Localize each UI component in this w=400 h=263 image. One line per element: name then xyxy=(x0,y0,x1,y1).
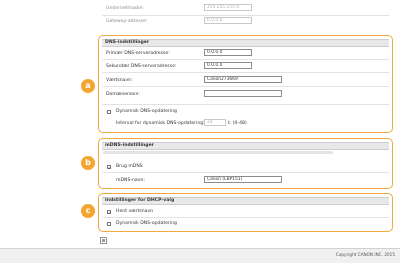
dns-section-title: DNS-indstillinger xyxy=(102,39,389,47)
use-mdns-label: Brug mDNS xyxy=(116,164,143,169)
primary-dns-input[interactable]: 0.0.0.0 xyxy=(204,49,252,56)
divider xyxy=(102,15,389,16)
host-name-label: Værtsnavn: xyxy=(106,78,133,83)
domain-name-label: Domænenavn: xyxy=(106,92,140,97)
dynamic-dns-label: Dynamisk DNS-opdatering xyxy=(116,109,177,114)
dns-interval-label: Interval for dynamisk DNS-opdatering: xyxy=(116,121,205,126)
mdns-name-label: mDNS-navn: xyxy=(116,178,145,183)
gateway-field: 0.0.0.0 xyxy=(204,17,252,24)
callout-badge-a: a xyxy=(81,79,95,93)
subnet-field: 255.255.255.0 xyxy=(204,4,252,11)
copyright-text: Copyright CANON INC. 2015 xyxy=(335,252,395,257)
dhcp-dynamic-dns-label: Dynamisk DNS-opdatering xyxy=(116,221,177,226)
scroll-top-icon[interactable] xyxy=(100,237,107,244)
callout-badge-b: b xyxy=(81,156,95,170)
divider xyxy=(102,172,389,173)
mdns-name-input[interactable]: Canon (LBP151) xyxy=(204,176,282,183)
divider xyxy=(102,59,389,60)
dhcp-section-title: Indstillinger for DHCP-valg xyxy=(102,197,389,205)
footer-divider xyxy=(0,248,400,249)
domain-name-input[interactable] xyxy=(204,90,282,97)
dns-interval-input[interactable]: 24 xyxy=(204,119,226,126)
dynamic-dns-checkbox[interactable] xyxy=(107,110,111,114)
divider xyxy=(102,217,389,218)
secondary-dns-label: Sekundær DNS-serveradresse: xyxy=(106,64,177,69)
divider xyxy=(102,86,389,87)
divider xyxy=(102,72,389,73)
get-host-name-label: Hent værtsnavn xyxy=(116,209,154,214)
subnet-label: Undernetmaske: xyxy=(106,6,144,11)
host-name-input[interactable]: Canon273669 xyxy=(204,76,282,83)
mdns-section-title: mDNS-indstillinger xyxy=(102,142,389,150)
secondary-dns-input[interactable]: 0.0.0.0 xyxy=(204,62,252,69)
dhcp-dynamic-dns-checkbox[interactable] xyxy=(107,222,111,226)
use-mdns-checkbox[interactable]: ✓ xyxy=(107,165,111,170)
primary-dns-label: Primær DNS-serveradresse: xyxy=(106,51,170,56)
get-host-name-checkbox[interactable]: ✓ xyxy=(107,210,111,215)
callout-badge-c: c xyxy=(81,204,95,218)
gateway-label: Gateway-adresse: xyxy=(106,19,148,24)
divider xyxy=(102,104,389,105)
dns-interval-unit: t. (0-48) xyxy=(228,121,247,126)
blurred-text xyxy=(103,151,333,154)
